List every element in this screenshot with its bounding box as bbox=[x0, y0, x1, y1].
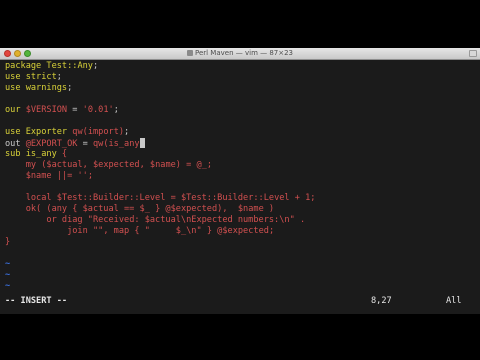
code-line-14: ok( (any { $actual == $_ } @$expected), … bbox=[5, 204, 275, 214]
vim-editor[interactable]: package Test::Any; use strict; use warni… bbox=[0, 60, 480, 314]
title-bar: Perl Maven — vim — 87×23 bbox=[0, 48, 480, 60]
scroll-indicator: All bbox=[446, 296, 462, 306]
code-line-17: } bbox=[5, 237, 11, 247]
status-line: -- INSERT -- 8,27 All bbox=[5, 296, 475, 307]
code-line-8: out @EXPORT_OK = qw(is_any bbox=[5, 138, 145, 149]
terminal-window: Perl Maven — vim — 87×23 package Test::A… bbox=[0, 48, 480, 314]
code-line-11: $name ||= ''; bbox=[25, 171, 93, 181]
code-line-15: or diag "Received: $actual\nExpected num… bbox=[5, 215, 306, 225]
code-line-3: use warnings; bbox=[5, 83, 73, 93]
code-line-7: use Exporter qw(import); bbox=[5, 127, 130, 137]
fullscreen-button[interactable] bbox=[469, 50, 477, 57]
text-cursor bbox=[139, 138, 145, 148]
code-line-9: sub is_any { bbox=[5, 149, 68, 159]
code-line-1: package Test::Any; bbox=[5, 61, 99, 71]
empty-line-marker: ~ bbox=[5, 281, 11, 291]
empty-line-marker: ~ bbox=[5, 270, 11, 280]
window-title-area: Perl Maven — vim — 87×23 bbox=[0, 49, 480, 58]
code-line-10: my ($actual, $expected, $name) = @_; bbox=[5, 160, 213, 170]
code-line-13: local $Test::Builder::Level = $Test::Bui… bbox=[5, 193, 316, 203]
code-line-2: use strict; bbox=[5, 72, 62, 82]
mode-indicator: -- INSERT -- bbox=[5, 296, 68, 306]
code-line-16: join "", map { " $_\n" } @$expected; bbox=[5, 226, 275, 236]
cursor-position: 8,27 bbox=[371, 296, 392, 306]
window-title: Perl Maven — vim — 87×23 bbox=[194, 49, 294, 57]
code-line-5: our $VERSION = '0.01'; bbox=[5, 105, 119, 115]
empty-line-marker: ~ bbox=[5, 259, 11, 269]
folder-icon bbox=[186, 50, 193, 56]
